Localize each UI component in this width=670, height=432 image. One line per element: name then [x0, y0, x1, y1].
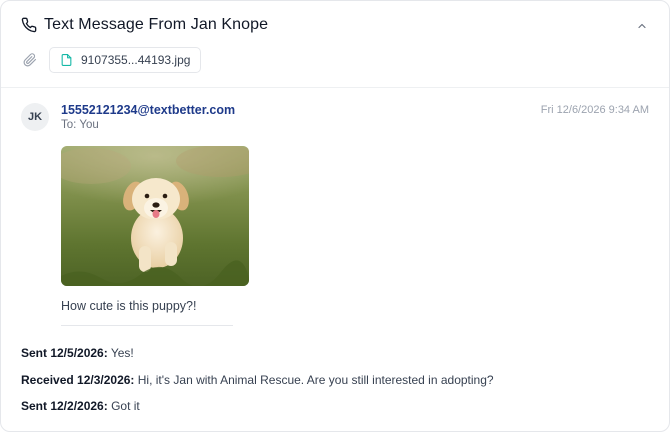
phone-icon — [21, 17, 37, 33]
sender-address[interactable]: 15552121234@textbetter.com — [61, 103, 235, 117]
attachment-file-chip[interactable]: 9107355...44193.jpg — [49, 47, 202, 73]
file-icon — [61, 54, 72, 66]
avatar: JK — [21, 103, 49, 131]
card-header: Text Message From Jan Knope — [1, 1, 669, 51]
history-row: Sent 12/5/2026: Yes! — [21, 345, 651, 372]
attachment-file-name: 9107355...44193.jpg — [81, 53, 191, 67]
chevron-up-icon — [638, 23, 646, 29]
history-text: Got it — [111, 399, 140, 413]
puppy-photo-image — [61, 146, 249, 286]
history-row: Received 12/3/2026: Hi, it's Jan with An… — [21, 372, 651, 399]
message-card: Text Message From Jan Knope 9107355...44… — [0, 0, 670, 432]
history-label: Received 12/3/2026: — [21, 372, 135, 387]
history-text: Hi, it's Jan with Animal Rescue. Are you… — [137, 372, 494, 387]
header-divider — [1, 87, 669, 88]
message-timestamp: Fri 12/6/2026 9:34 AM — [540, 104, 649, 116]
collapse-button[interactable] — [633, 17, 651, 35]
message-history: Sent 12/5/2026: Yes! Received 12/3/2026:… — [21, 345, 651, 425]
message-separator — [61, 325, 233, 326]
recipient-line: To: You — [61, 119, 99, 131]
page-title: Text Message From Jan Knope — [44, 16, 269, 33]
message-body: How cute is this puppy?! — [61, 299, 197, 313]
puppy-photo[interactable] — [61, 146, 249, 286]
attachments-row: 9107355...44193.jpg — [1, 45, 669, 85]
history-label: Sent 12/2/2026: — [21, 399, 108, 413]
history-row: Sent 12/2/2026: Got it — [21, 398, 651, 425]
paperclip-icon — [23, 53, 37, 67]
history-text: Yes! — [110, 346, 134, 360]
history-label: Sent 12/5/2026: — [21, 346, 108, 360]
